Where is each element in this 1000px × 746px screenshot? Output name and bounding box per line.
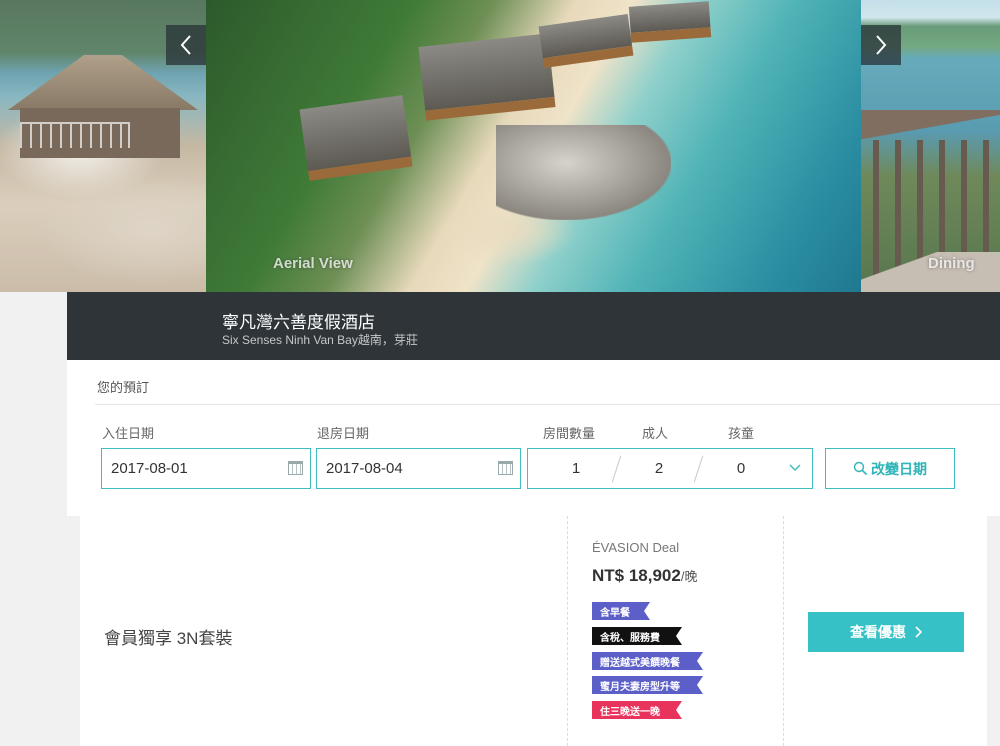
hotel-name: 寧凡灣六善度假酒店: [222, 313, 375, 332]
view-offer-label: 查看優惠: [850, 624, 906, 640]
checkout-date-input[interactable]: 2017-08-04: [316, 448, 521, 489]
divider: [783, 516, 784, 746]
divider: [567, 516, 568, 746]
view-offer-button[interactable]: 查看優惠: [808, 612, 964, 652]
perk-tag: 含稅、服務費: [592, 627, 682, 645]
search-icon: [853, 461, 868, 476]
calendar-icon: [288, 461, 303, 475]
package-row: 會員獨享 3N套裝 ÉVASION Deal NT$ 18,902/晚 含早餐 …: [80, 516, 987, 746]
price-value: NT$ 18,902: [592, 566, 681, 585]
chevron-right-icon: [876, 35, 887, 55]
carousel-slide-current: Aerial View: [206, 0, 861, 292]
divider: [95, 404, 1000, 405]
deal-price: NT$ 18,902/晚: [592, 566, 697, 586]
rooms-count: 1: [571, 460, 581, 477]
checkout-date-value: 2017-08-04: [326, 460, 403, 477]
change-dates-label: 改變日期: [871, 460, 927, 477]
villa-roof: [299, 95, 413, 181]
slide-caption-next: Dining: [928, 255, 975, 272]
adults-label: 成人: [642, 426, 669, 441]
perk-tag: 蜜月夫妻房型升等: [592, 676, 703, 694]
checkout-label: 退房日期: [317, 426, 370, 441]
carousel-next-button[interactable]: [861, 25, 901, 65]
booking-title: 您的預訂: [97, 380, 150, 395]
chevron-left-icon: [180, 35, 191, 55]
perk-tag: 贈送越式美饌晚餐: [592, 652, 703, 670]
package-name: 會員獨享 3N套裝: [104, 629, 233, 648]
checkin-label: 入住日期: [102, 426, 155, 441]
rooms-label: 房間數量: [543, 426, 596, 441]
chevron-right-icon: [915, 626, 922, 638]
checkin-date-value: 2017-08-01: [111, 460, 188, 477]
carousel-prev-button[interactable]: [166, 25, 206, 65]
guest-count-selector[interactable]: 1 2 0: [527, 448, 813, 489]
deal-label: ÉVASION Deal: [592, 540, 680, 555]
calendar-icon: [498, 461, 513, 475]
perk-tag: 含早餐: [592, 602, 650, 620]
villa-roof: [628, 1, 712, 43]
hotel-photo-carousel: Aerial View Dining: [0, 0, 1000, 292]
villa-roof: [538, 13, 634, 69]
children-label: 孩童: [728, 426, 755, 441]
hotel-location: Six Senses Ninh Van Bay越南，芽莊: [222, 333, 418, 347]
price-unit: /晚: [680, 569, 698, 584]
hotel-header: 寧凡灣六善度假酒店 Six Senses Ninh Van Bay越南，芽莊: [67, 292, 1000, 360]
booking-panel: 您的預訂 入住日期 退房日期 房間數量 成人 孩童 2017-08-01 201…: [67, 360, 1000, 516]
children-count: 0: [736, 460, 746, 477]
adults-count: 2: [654, 460, 664, 477]
checkin-date-input[interactable]: 2017-08-01: [101, 448, 311, 489]
chevron-down-icon: [789, 464, 801, 472]
change-dates-button[interactable]: 改變日期: [825, 448, 955, 489]
beach-rocks: [496, 125, 671, 220]
slide-caption-current: Aerial View: [273, 255, 353, 272]
villa-roof: [418, 33, 556, 121]
perk-tag: 住三晚送一晚: [592, 701, 682, 719]
